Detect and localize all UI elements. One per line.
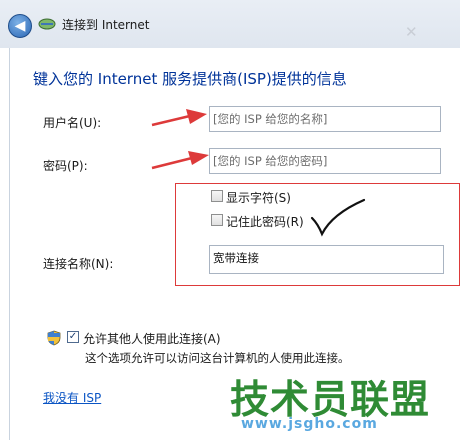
annotation-arrow-icon — [151, 109, 207, 127]
remember-password-checkbox[interactable] — [211, 214, 223, 226]
password-label: 密码(P): — [43, 159, 88, 173]
watermark-url: www.jsgho.com — [241, 416, 378, 432]
network-connection-icon — [38, 18, 56, 30]
connection-name-label: 连接名称(N): — [43, 257, 114, 271]
handwritten-checkmark-icon — [310, 198, 366, 237]
password-input[interactable]: [您的 ISP 给您的密码] — [209, 148, 441, 174]
annotation-arrow-icon — [151, 151, 209, 170]
title-bar: ◀ 连接到 Internet ✕ — [0, 0, 460, 48]
connection-name-input[interactable]: 宽带连接 — [209, 245, 444, 274]
show-chars-checkbox[interactable] — [211, 190, 223, 202]
no-isp-link[interactable]: 我没有 ISP — [43, 389, 101, 406]
close-icon[interactable]: ✕ — [405, 23, 418, 41]
username-label: 用户名(U): — [43, 116, 102, 130]
allow-others-checkbox[interactable]: ✓ — [67, 331, 79, 343]
back-arrow-icon[interactable]: ◀ — [8, 14, 32, 38]
uac-shield-icon — [47, 330, 61, 346]
username-input[interactable]: [您的 ISP 给您的名称] — [209, 106, 441, 132]
allow-others-description: 这个选项允许可以访问这台计算机的人使用此连接。 — [85, 351, 350, 365]
window-title: 连接到 Internet — [62, 18, 150, 32]
remember-password-label: 记住此密码(R) — [226, 215, 304, 229]
page-heading: 键入您的 Internet 服务提供商(ISP)提供的信息 — [33, 70, 347, 88]
allow-others-label: 允许其他人使用此连接(A) — [83, 332, 221, 346]
show-chars-label: 显示字符(S) — [226, 191, 291, 205]
